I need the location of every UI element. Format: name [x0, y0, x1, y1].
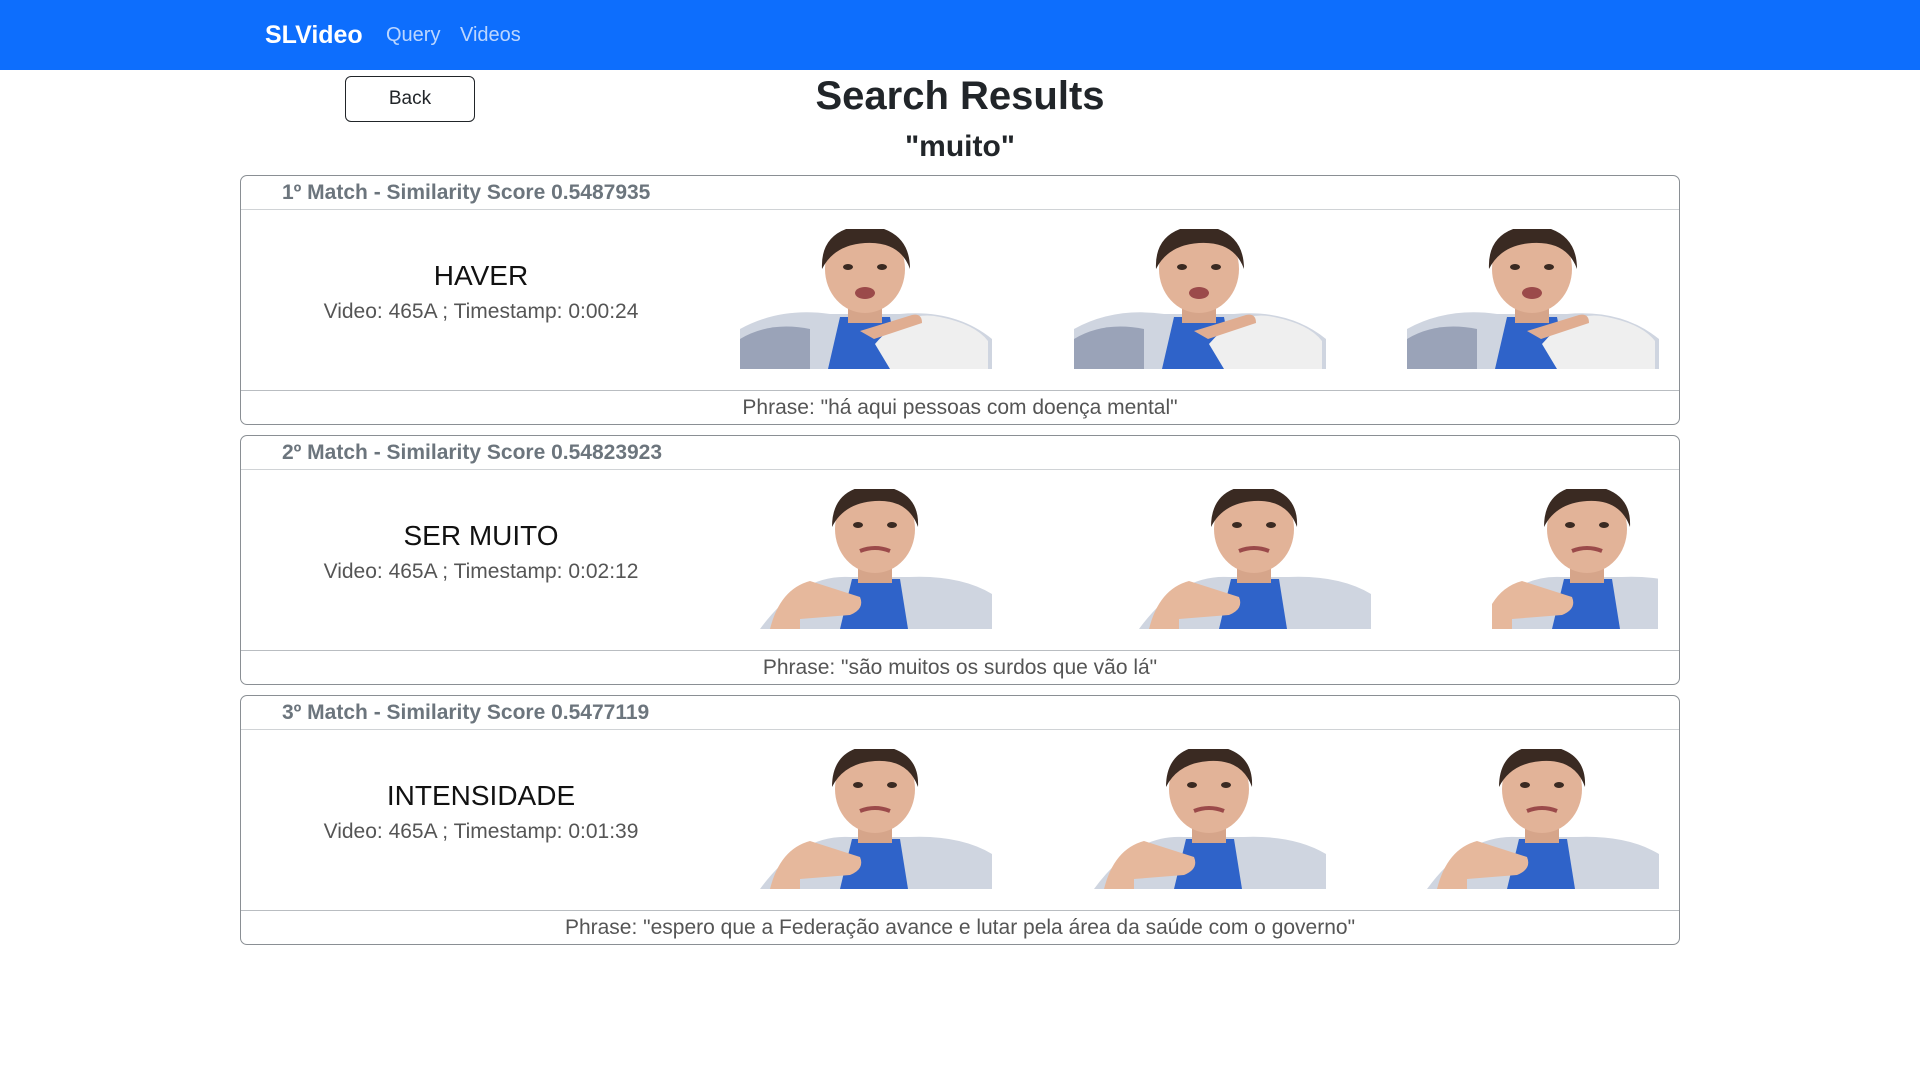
result-card-3: 3º Match - Similarity Score 0.5477119 IN… [240, 695, 1680, 945]
phrase-text: Phrase: "há aqui pessoas com doença ment… [241, 390, 1679, 424]
video-frame-1[interactable] [740, 229, 992, 369]
video-frame-2[interactable] [1074, 749, 1326, 889]
video-frame-3[interactable] [1407, 749, 1659, 889]
result-card-2: 2º Match - Similarity Score 0.54823923 S… [240, 435, 1680, 685]
nav-link-query[interactable]: Query [386, 22, 440, 48]
brand-link[interactable]: SLVideo [265, 18, 363, 52]
video-frame-2[interactable] [1119, 489, 1371, 629]
sign-gloss: INTENSIDADE [386, 780, 576, 811]
page-title: Search Results [815, 74, 1105, 118]
video-frame-3[interactable] [1492, 489, 1658, 629]
card-body: INTENSIDADE Video: 465A ; Timestamp: 0:0… [241, 730, 1679, 910]
match-header: 1º Match - Similarity Score 0.5487935 [241, 176, 1679, 210]
sign-gloss: SER MUITO [403, 520, 559, 551]
card-body: SER MUITO Video: 465A ; Timestamp: 0:02:… [241, 470, 1679, 650]
video-timestamp: Video: 465A ; Timestamp: 0:02:12 [323, 560, 639, 583]
phrase-text: Phrase: "espero que a Federação avance e… [241, 910, 1679, 944]
result-card-1: 1º Match - Similarity Score 0.5487935 HA… [240, 175, 1680, 425]
phrase-text: Phrase: "são muitos os surdos que vão lá… [241, 650, 1679, 684]
match-header: 3º Match - Similarity Score 0.5477119 [241, 696, 1679, 730]
video-frame-2[interactable] [1074, 229, 1326, 369]
sign-gloss: HAVER [433, 260, 529, 291]
match-header: 2º Match - Similarity Score 0.54823923 [241, 436, 1679, 470]
video-frame-1[interactable] [740, 749, 992, 889]
nav-link-videos[interactable]: Videos [460, 22, 521, 48]
navbar: SLVideo Query Videos [0, 0, 1920, 70]
video-frame-1[interactable] [740, 489, 992, 629]
search-query: "muito" [904, 130, 1016, 163]
video-frame-3[interactable] [1407, 229, 1659, 369]
video-timestamp: Video: 465A ; Timestamp: 0:00:24 [323, 300, 639, 323]
video-timestamp: Video: 465A ; Timestamp: 0:01:39 [323, 820, 639, 843]
card-body: HAVER Video: 465A ; Timestamp: 0:00:24 [241, 210, 1679, 390]
